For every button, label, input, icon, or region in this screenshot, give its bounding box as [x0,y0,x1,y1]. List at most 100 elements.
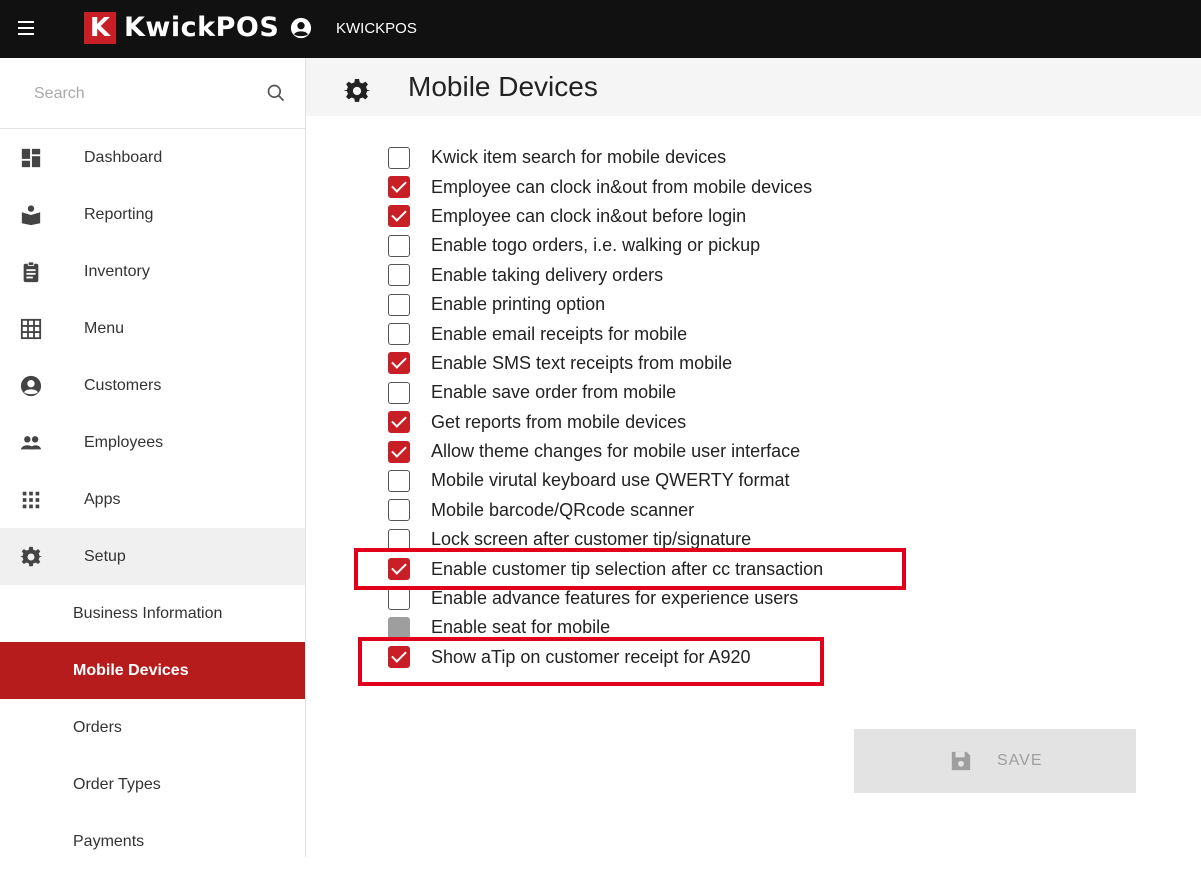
save-button[interactable]: SAVE [854,729,1136,793]
checkbox[interactable] [388,205,410,228]
search-input[interactable] [32,80,246,108]
sidebar-item-menu[interactable]: Menu [0,300,305,357]
checkbox[interactable] [388,234,410,257]
option-row[interactable]: Employee can clock in&out from mobile de… [388,172,823,201]
option-row[interactable]: Enable seat for mobile [388,613,823,642]
sidebar-subitem-label: Business Information [73,604,223,622]
user-circle-icon[interactable] [290,17,312,39]
checkbox[interactable] [388,176,410,199]
sidebar-item-setup[interactable]: Setup [0,528,305,585]
sidebar-item-label: Reporting [84,205,154,223]
clipboard-icon [23,261,39,283]
option-label: Allow theme changes for mobile user inte… [431,441,801,462]
page-title: Mobile Devices [408,71,598,102]
option-label: Mobile barcode/QRcode scanner [431,499,695,520]
option-label: Mobile virutal keyboard use QWERTY forma… [431,470,790,491]
brand-name: KwickPOS [124,12,280,43]
user-circle-icon [20,375,42,397]
option-label: Get reports from mobile devices [431,411,687,432]
checkbox[interactable] [388,587,410,610]
save-label: SAVE [997,752,1043,769]
sidebar-subitem-business-information[interactable]: Business Information [0,585,305,642]
hamburger-menu-icon[interactable] [18,21,34,35]
sidebar-item-inventory[interactable]: Inventory [0,243,305,300]
search-icon[interactable] [266,83,286,103]
option-label: Employee can clock in&out before login [431,205,747,226]
checkbox[interactable] [388,528,410,551]
sidebar-subitem-label: Mobile Devices [73,661,189,679]
option-row[interactable]: Mobile virutal keyboard use QWERTY forma… [388,466,823,495]
reporting-icon [21,205,41,226]
checkbox[interactable] [388,264,410,287]
option-label: Enable save order from mobile [431,382,677,403]
option-label: Employee can clock in&out from mobile de… [431,176,813,197]
option-label: Enable seat for mobile [431,617,611,638]
sidebar-item-reporting[interactable]: Reporting [0,186,305,243]
sidebar: Dashboard Reporting Inventory Menu Custo… [0,58,306,857]
option-row[interactable]: Enable printing option [388,290,823,319]
sidebar-subitem-label: Orders [73,718,122,736]
option-row[interactable]: Kwick item search for mobile devices [388,143,823,172]
option-row[interactable]: Enable togo orders, i.e. walking or pick… [388,231,823,260]
option-row[interactable]: Enable email receipts for mobile [388,319,823,348]
option-row[interactable]: Show aTip on customer receipt for A920 [388,643,823,672]
option-row[interactable]: Enable taking delivery orders [388,261,823,290]
people-icon [20,436,42,450]
sidebar-item-label: Employees [84,433,164,451]
sidebar-item-label: Setup [84,547,126,565]
option-label: Enable advance features for experience u… [431,588,799,609]
checkbox [388,616,410,639]
sidebar-item-employees[interactable]: Employees [0,414,305,471]
option-row[interactable]: Enable SMS text receipts from mobile [388,349,823,378]
option-label: Enable taking delivery orders [431,264,664,285]
sidebar-subitem-label: Order Types [73,775,161,793]
sidebar-item-apps[interactable]: Apps [0,471,305,528]
checkbox[interactable] [388,381,410,404]
option-row[interactable]: Enable save order from mobile [388,378,823,407]
sidebar-item-label: Dashboard [84,148,163,166]
mobile-options-list: Kwick item search for mobile devices Empl… [388,143,823,672]
option-row[interactable]: Enable customer tip selection after cc t… [388,554,823,583]
option-label: Enable printing option [431,294,606,315]
checkbox[interactable] [388,646,410,669]
checkbox[interactable] [388,293,410,316]
option-label: Show aTip on customer receipt for A920 [431,646,751,667]
checkbox[interactable] [388,146,410,169]
option-row[interactable]: Mobile barcode/QRcode scanner [388,496,823,525]
sidebar-item-dashboard[interactable]: Dashboard [0,129,305,186]
option-row[interactable]: Enable advance features for experience u… [388,584,823,613]
option-row[interactable]: Employee can clock in&out before login [388,202,823,231]
checkbox[interactable] [388,323,410,346]
option-row[interactable]: Get reports from mobile devices [388,408,823,437]
sidebar-subitem-label: Payments [73,832,145,850]
sidebar-subitem-mobile-devices[interactable]: Mobile Devices [0,642,305,699]
checkbox[interactable] [388,440,410,463]
checkbox[interactable] [388,352,410,375]
sidebar-search [0,58,305,129]
checkbox[interactable] [388,411,410,434]
sidebar-subitem-payments[interactable]: Payments [0,813,305,870]
grid-icon [20,318,42,340]
sidebar-subitem-orders[interactable]: Orders [0,699,305,756]
sidebar-item-label: Customers [84,376,162,394]
gear-icon [20,546,42,567]
checkbox[interactable] [388,469,410,492]
option-label: Kwick item search for mobile devices [431,147,727,168]
dashboard-icon [21,148,41,168]
option-row[interactable]: Allow theme changes for mobile user inte… [388,437,823,466]
sidebar-item-label: Apps [84,490,121,508]
floppy-disk-icon [951,751,971,771]
checkbox[interactable] [388,499,410,522]
checkbox[interactable] [388,558,410,581]
option-row[interactable]: Lock screen after customer tip/signature [388,525,823,554]
apps-icon [22,491,40,509]
option-label: Enable email receipts for mobile [431,323,688,344]
account-name[interactable]: KWICKPOS [336,20,417,37]
option-label: Lock screen after customer tip/signature [431,529,752,550]
sidebar-subitem-order-types[interactable]: Order Types [0,756,305,813]
kwickpos-logo: K [84,12,116,44]
option-label: Enable customer tip selection after cc t… [431,558,824,579]
sidebar-item-label: Inventory [84,262,150,280]
gear-icon [344,79,370,102]
sidebar-item-customers[interactable]: Customers [0,357,305,414]
